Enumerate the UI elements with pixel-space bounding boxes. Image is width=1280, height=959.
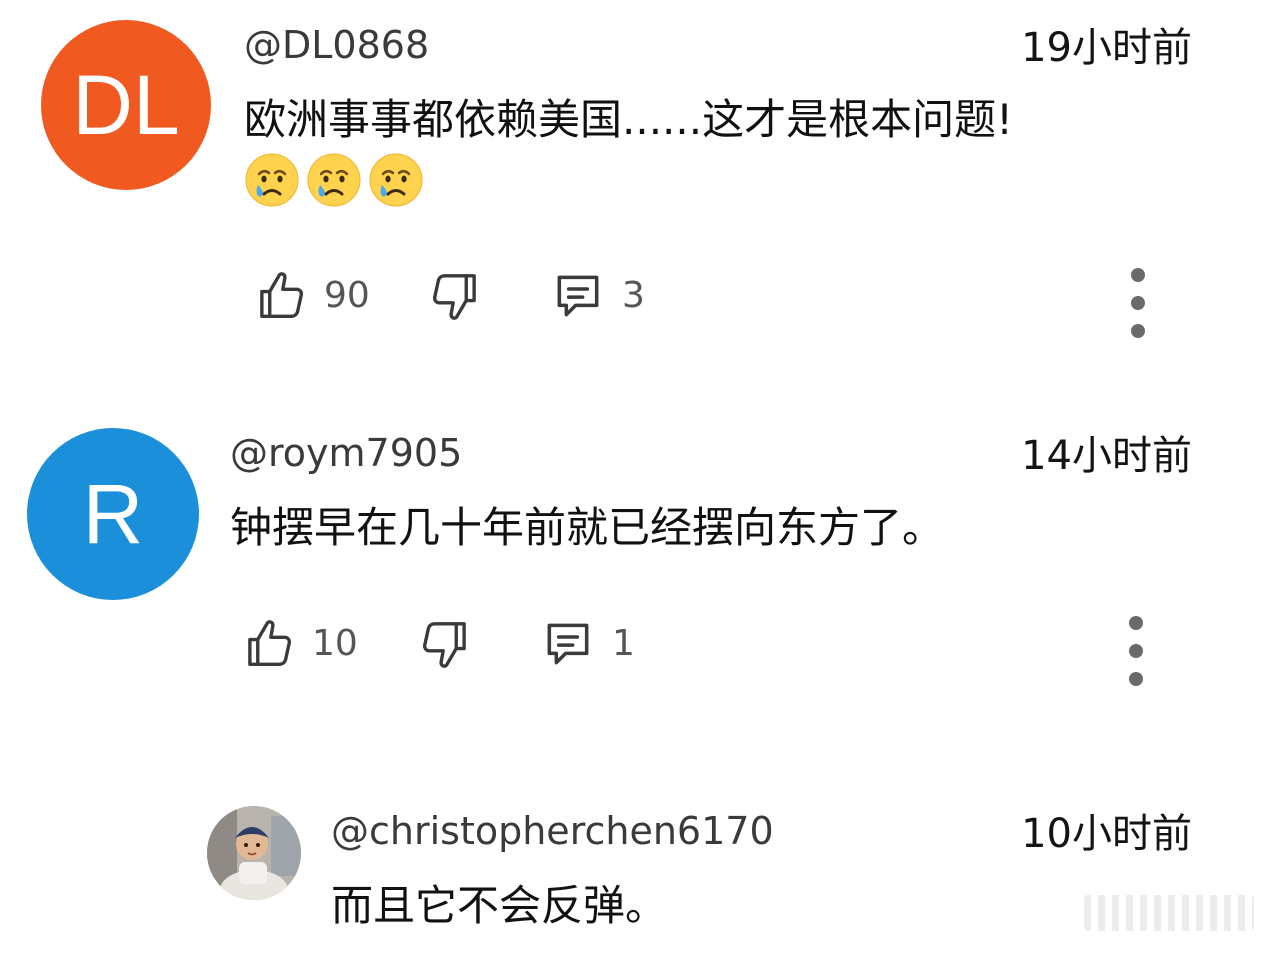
thumbs-up-icon xyxy=(260,272,304,318)
comment-timestamp: 19小时前 xyxy=(1021,25,1192,71)
comment-author[interactable]: @roym7905 xyxy=(230,434,462,472)
like-count: 10 xyxy=(312,623,358,664)
like-button[interactable]: 90 xyxy=(254,268,370,324)
comment-actions: 90 3 xyxy=(254,268,1174,338)
avatar-initials: DL xyxy=(72,58,180,152)
thumbs-down-icon xyxy=(422,622,466,668)
crying-face-icon xyxy=(369,153,423,207)
comment-author[interactable]: @christopherchen6170 xyxy=(331,812,774,850)
comment-author[interactable]: @DL0868 xyxy=(244,26,429,64)
emoji-row xyxy=(244,152,424,208)
comments-page: DL @DL0868 19小时前 欧洲事事都依赖美国......这才是根本问题! xyxy=(0,0,1280,959)
more-options-button[interactable] xyxy=(1118,268,1158,338)
comment-timestamp: 14小时前 xyxy=(1021,433,1192,479)
thumbs-down-icon xyxy=(432,274,476,320)
more-options-button[interactable] xyxy=(1116,616,1156,686)
crying-face-icon xyxy=(307,153,361,207)
reply-button[interactable]: 3 xyxy=(550,268,645,324)
reply-count: 3 xyxy=(622,275,645,316)
crying-face-icon xyxy=(245,153,299,207)
scroll-indicator[interactable] xyxy=(1084,895,1254,931)
dislike-button[interactable] xyxy=(428,268,482,324)
reply-comment-icon xyxy=(557,275,599,317)
avatar-initials: R xyxy=(82,467,144,561)
comment-text: 钟摆早在几十年前就已经摆向东方了。 xyxy=(230,503,945,552)
reply-comment-icon xyxy=(547,623,589,665)
thumbs-up-icon xyxy=(248,620,292,666)
like-count: 90 xyxy=(324,275,370,316)
comment-text: 而且它不会反弹。 xyxy=(331,881,668,930)
avatar[interactable]: R xyxy=(27,428,199,600)
dislike-button[interactable] xyxy=(418,616,472,672)
photo-avatar-icon xyxy=(207,806,301,900)
more-vertical-icon xyxy=(1131,268,1145,282)
reply-button[interactable]: 1 xyxy=(540,616,635,672)
comment-text: 欧洲事事都依赖美国......这才是根本问题! xyxy=(244,95,1013,144)
avatar[interactable] xyxy=(207,806,301,900)
like-button[interactable]: 10 xyxy=(242,616,358,672)
comment-timestamp: 10小时前 xyxy=(1021,811,1192,857)
comment-actions: 10 1 xyxy=(242,616,1162,686)
avatar[interactable]: DL xyxy=(41,20,211,190)
more-vertical-icon xyxy=(1129,616,1143,630)
reply-count: 1 xyxy=(612,623,635,664)
